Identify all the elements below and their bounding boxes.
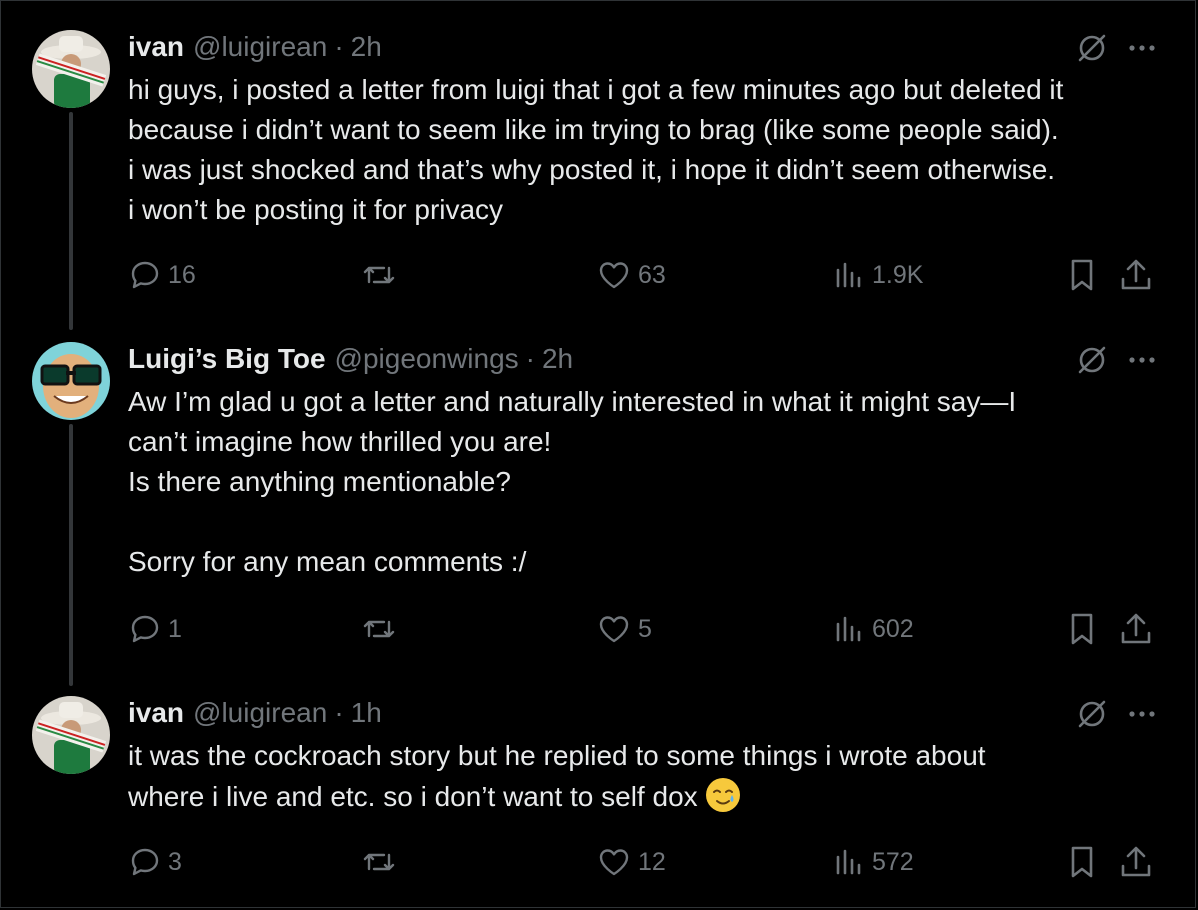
reply-icon (131, 848, 159, 876)
more-icon[interactable] (1124, 696, 1160, 732)
tweet-header: ivan @luigirean · 1h (128, 696, 382, 730)
view-count: 572 (872, 847, 914, 876)
bookmark-icon (1071, 846, 1093, 878)
heart-icon (599, 849, 629, 876)
thread-connector (69, 424, 73, 686)
cowboy-hat-avatar-icon (32, 30, 110, 108)
bookmark-button[interactable] (1066, 255, 1098, 295)
views-button[interactable]: 602 (832, 609, 914, 649)
sunglasses-face-avatar-icon (32, 342, 110, 420)
retweet-button[interactable] (360, 842, 404, 882)
user-handle[interactable]: @pigeonwings (335, 343, 519, 375)
bookmark-icon (1071, 613, 1093, 645)
reply-icon (131, 615, 159, 643)
reply-button[interactable]: 16 (128, 255, 196, 295)
views-button[interactable]: 572 (832, 842, 914, 882)
view-count: 602 (872, 614, 914, 643)
retweet-button[interactable] (360, 609, 404, 649)
more-icon[interactable] (1124, 30, 1160, 66)
avatar[interactable] (32, 30, 110, 108)
bookmark-button[interactable] (1066, 842, 1098, 882)
bookmark-icon (1071, 259, 1093, 291)
grok-icon[interactable] (1074, 696, 1110, 732)
like-button[interactable]: 5 (596, 609, 652, 649)
share-button[interactable] (1118, 609, 1154, 649)
tweet-actions: 3 12 572 (128, 842, 1168, 882)
display-name[interactable]: ivan (128, 697, 184, 729)
share-button[interactable] (1118, 842, 1154, 882)
tweet-text: it was the cockroach story but he replie… (128, 736, 1178, 817)
tweet-header: Luigi’s Big Toe @pigeonwings · 2h (128, 342, 573, 376)
heart-icon (599, 262, 629, 289)
like-count: 12 (638, 847, 666, 876)
tweet-actions: 16 63 1.9K (128, 255, 1168, 295)
grok-icon[interactable] (1074, 30, 1110, 66)
tweet-text: hi guys, i posted a letter from luigi th… (128, 74, 1064, 225)
separator-dot: · (334, 31, 344, 62)
retweet-button[interactable] (360, 255, 404, 295)
cowboy-hat-avatar-icon (32, 696, 110, 774)
retweet-icon (363, 266, 395, 284)
tweet-text-content: it was the cockroach story but he replie… (128, 740, 986, 812)
reply-count: 1 (168, 614, 182, 643)
views-button[interactable]: 1.9K (832, 255, 923, 295)
display-name[interactable]: ivan (128, 31, 184, 63)
timestamp[interactable]: 2h (542, 343, 573, 375)
retweet-icon (363, 853, 395, 871)
tweet-header: ivan @luigirean · 2h (128, 30, 382, 64)
bookmark-button[interactable] (1066, 609, 1098, 649)
view-count: 1.9K (872, 260, 924, 289)
user-handle[interactable]: @luigirean (193, 697, 327, 729)
smiling-face-with-tear-icon (705, 778, 740, 812)
tweet-text: Aw I’m glad u got a letter and naturally… (128, 386, 1017, 577)
reply-count: 16 (168, 260, 196, 289)
more-icon[interactable] (1124, 342, 1160, 378)
share-icon (1121, 613, 1151, 644)
like-count: 63 (638, 260, 666, 289)
display-name[interactable]: Luigi’s Big Toe (128, 343, 326, 375)
like-button[interactable]: 63 (596, 255, 666, 295)
reply-icon (131, 261, 159, 289)
reply-button[interactable]: 1 (128, 609, 182, 649)
user-handle[interactable]: @luigirean (193, 31, 327, 63)
like-count: 5 (638, 614, 652, 643)
separator-dot: · (334, 697, 344, 728)
heart-icon (599, 616, 629, 643)
grok-icon[interactable] (1074, 342, 1110, 378)
timestamp[interactable]: 1h (351, 697, 382, 729)
share-button[interactable] (1118, 255, 1154, 295)
tweet-actions: 1 5 602 (128, 609, 1168, 649)
separator-dot: · (525, 343, 535, 374)
views-icon (836, 849, 861, 875)
views-icon (836, 616, 861, 642)
timestamp[interactable]: 2h (351, 31, 382, 63)
share-icon (1121, 259, 1151, 290)
thread-connector (69, 112, 73, 330)
avatar[interactable] (32, 342, 110, 420)
reply-count: 3 (168, 847, 182, 876)
share-icon (1121, 846, 1151, 877)
reply-button[interactable]: 3 (128, 842, 182, 882)
views-icon (836, 262, 861, 288)
retweet-icon (363, 620, 395, 638)
avatar[interactable] (32, 696, 110, 774)
like-button[interactable]: 12 (596, 842, 666, 882)
